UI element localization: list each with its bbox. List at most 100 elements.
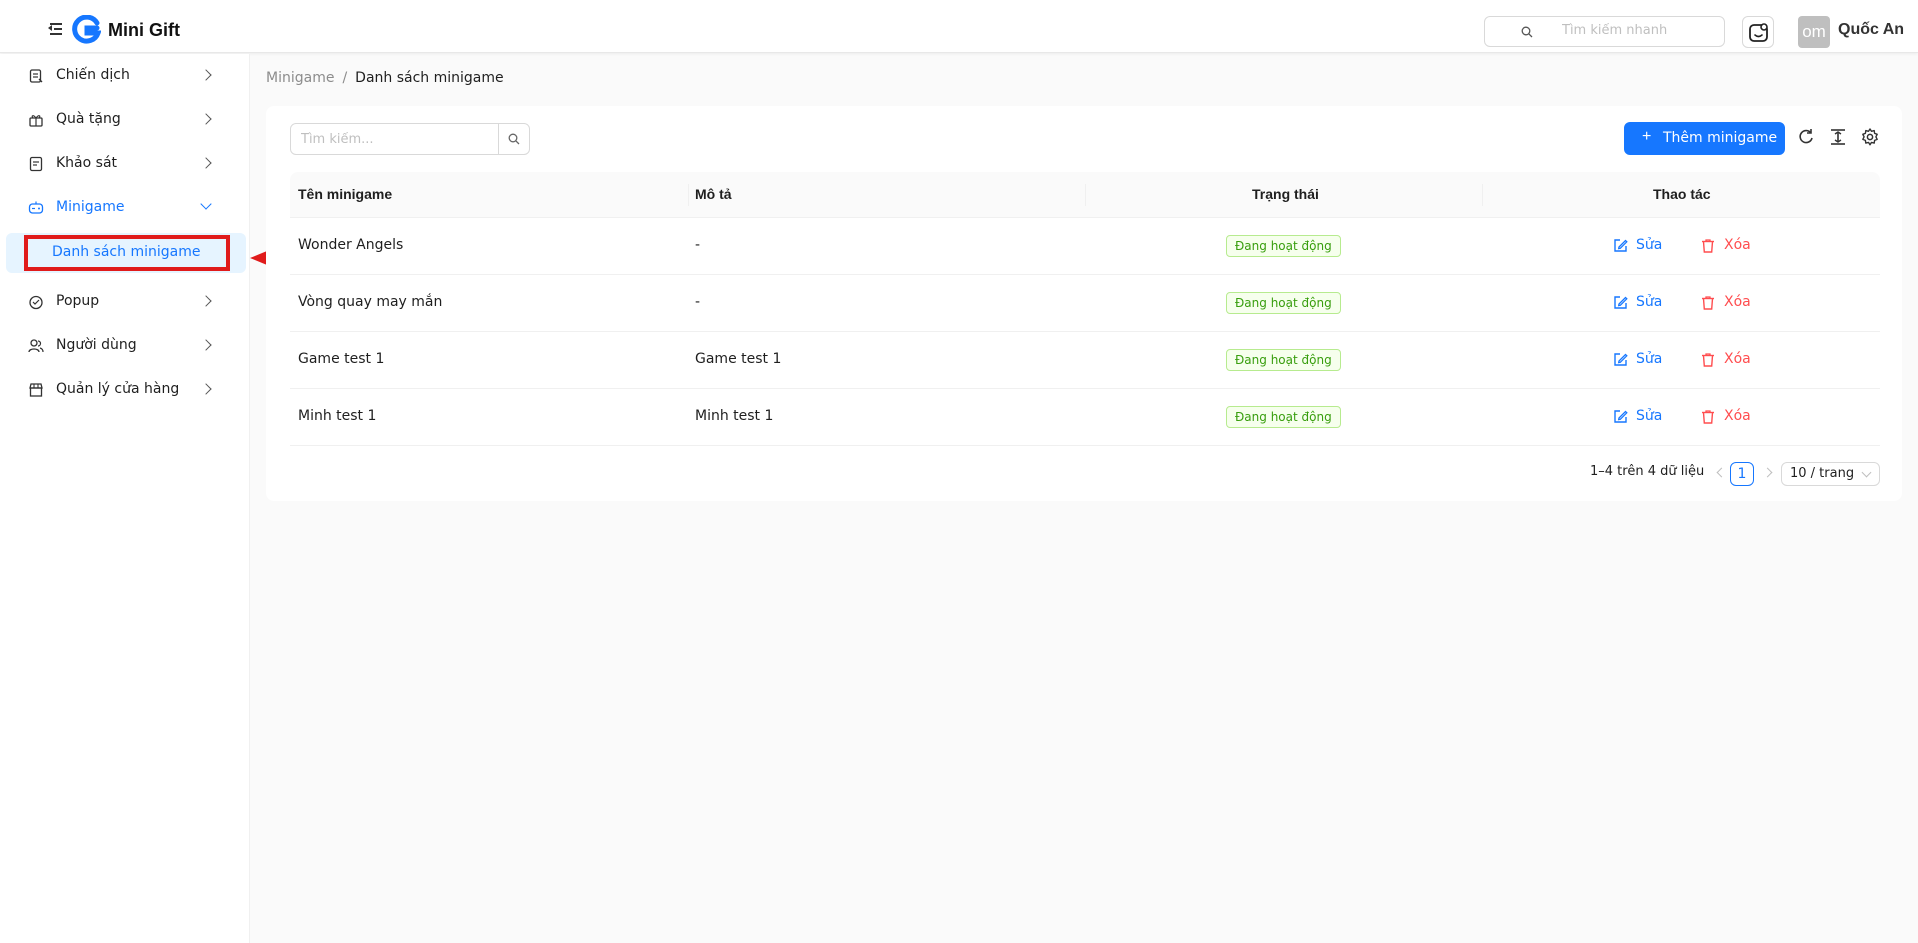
column-height-icon[interactable] xyxy=(1828,127,1848,147)
user-name[interactable]: Quốc An xyxy=(1838,21,1904,39)
table-row: Wonder Angels - Đang hoạt động Sửa Xóa xyxy=(290,218,1880,275)
app-logo xyxy=(72,15,101,44)
user-avatar[interactable]: om xyxy=(1798,16,1830,48)
sidebar-item-label: Quản lý cửa hàng xyxy=(56,381,180,397)
delete-label: Xóa xyxy=(1724,294,1751,310)
search-icon xyxy=(1521,26,1533,38)
minigame-list-card: + Thêm minigame Tên minigame Mô tả Trạng… xyxy=(266,106,1902,501)
sidebar-item-campaign[interactable]: Chiến dịch xyxy=(8,56,242,96)
menu-fold-icon[interactable] xyxy=(48,23,62,35)
cell-name: Vòng quay may mắn xyxy=(298,294,443,310)
table-row: Game test 1 Game test 1 Đang hoạt động S… xyxy=(290,332,1880,389)
breadcrumb: Minigame / Danh sách minigame xyxy=(266,70,504,86)
status-badge: Đang hoạt động xyxy=(1226,292,1341,314)
edit-button[interactable]: Sửa xyxy=(1612,349,1672,371)
pagination-page-1[interactable]: 1 xyxy=(1730,462,1754,486)
sidebar-item-popup[interactable]: Popup xyxy=(8,282,242,322)
chevron-right-icon xyxy=(200,383,212,395)
game-icon xyxy=(28,201,44,214)
cell-description: Game test 1 xyxy=(695,351,782,367)
cell-name: Minh test 1 xyxy=(298,408,377,424)
quick-search[interactable] xyxy=(1484,16,1725,47)
table-header: Tên minigame Mô tả Trạng thái Thao tác xyxy=(290,172,1880,218)
breadcrumb-current: Danh sách minigame xyxy=(355,70,504,86)
status-badge: Đang hoạt động xyxy=(1226,235,1341,257)
chevron-right-icon xyxy=(200,339,212,351)
app-title: Mini Gift xyxy=(108,20,180,40)
pagination-prev-icon[interactable] xyxy=(1716,467,1727,478)
sidebar-item-label: Khảo sát xyxy=(56,155,118,171)
sidebar-subitem-label: Danh sách minigame xyxy=(52,244,201,260)
table-search-input[interactable] xyxy=(290,123,499,155)
trash-icon xyxy=(1702,296,1714,310)
store-icon xyxy=(29,383,43,397)
table-search xyxy=(290,123,530,155)
chevron-right-icon xyxy=(200,113,212,125)
gift-icon xyxy=(29,115,43,127)
column-header-actions: Thao tác xyxy=(1653,186,1711,202)
edit-button[interactable]: Sửa xyxy=(1612,406,1672,428)
sidebar-item-gifts[interactable]: Quà tặng xyxy=(8,100,242,140)
cell-description: Minh test 1 xyxy=(695,408,774,424)
column-header-name: Tên minigame xyxy=(298,186,393,202)
delete-button[interactable]: Xóa xyxy=(1700,349,1760,371)
delete-label: Xóa xyxy=(1724,408,1751,424)
chevron-right-icon xyxy=(200,69,212,81)
survey-icon xyxy=(29,156,43,172)
chat-notification-button[interactable] xyxy=(1742,16,1774,48)
sidebar-item-label: Popup xyxy=(56,293,100,309)
trash-icon xyxy=(1702,353,1714,367)
edit-label: Sửa xyxy=(1636,351,1663,367)
sidebar: Chiến dịch Quà tặng Khảo sát Minigame Da… xyxy=(0,54,250,943)
chevron-right-icon xyxy=(200,295,212,307)
add-minigame-button[interactable]: + Thêm minigame xyxy=(1624,122,1785,155)
edit-icon xyxy=(1614,410,1628,423)
delete-button[interactable]: Xóa xyxy=(1700,406,1760,428)
chevron-down-icon xyxy=(1861,467,1872,478)
sidebar-subitem-minigame-list[interactable]: Danh sách minigame xyxy=(6,233,246,273)
sidebar-item-survey[interactable]: Khảo sát xyxy=(8,144,242,184)
sidebar-item-label: Chiến dịch xyxy=(56,67,130,83)
breadcrumb-parent-link[interactable]: Minigame xyxy=(266,70,334,86)
top-header: Mini Gift om Quốc An xyxy=(0,0,1918,53)
sidebar-item-users[interactable]: Người dùng xyxy=(8,326,242,366)
chevron-right-icon xyxy=(200,157,212,169)
page-size-select[interactable]: 10 / trang xyxy=(1781,462,1880,486)
sidebar-item-label: Minigame xyxy=(56,199,125,215)
column-header-description: Mô tả xyxy=(695,186,732,202)
add-minigame-label: Thêm minigame xyxy=(1663,130,1778,146)
page-size-value: 10 / trang xyxy=(1790,466,1855,481)
edit-button[interactable]: Sửa xyxy=(1612,235,1672,257)
edit-label: Sửa xyxy=(1636,408,1663,424)
quick-search-input[interactable] xyxy=(1562,23,1712,38)
status-badge: Đang hoạt động xyxy=(1226,406,1341,428)
table-row: Minh test 1 Minh test 1 Đang hoạt động S… xyxy=(290,389,1880,446)
sidebar-item-label: Quà tặng xyxy=(56,111,121,127)
reload-icon[interactable] xyxy=(1796,127,1816,147)
edit-label: Sửa xyxy=(1636,294,1663,310)
delete-button[interactable]: Xóa xyxy=(1700,235,1760,257)
breadcrumb-separator: / xyxy=(342,70,348,86)
delete-button[interactable]: Xóa xyxy=(1700,292,1760,314)
pagination-next-icon[interactable] xyxy=(1762,467,1773,478)
trash-icon xyxy=(1702,239,1714,253)
delete-label: Xóa xyxy=(1724,237,1751,253)
pagination-total: 1–4 trên 4 dữ liệu xyxy=(1590,464,1705,479)
table-search-button[interactable] xyxy=(498,123,530,155)
cell-description: - xyxy=(695,294,701,310)
campaign-icon xyxy=(29,69,43,83)
edit-label: Sửa xyxy=(1636,237,1663,253)
search-icon xyxy=(508,133,520,145)
sidebar-item-store-management[interactable]: Quản lý cửa hàng xyxy=(8,370,242,410)
edit-icon xyxy=(1614,239,1628,252)
delete-label: Xóa xyxy=(1724,351,1751,367)
sidebar-item-minigame[interactable]: Minigame xyxy=(8,188,242,228)
cell-description: - xyxy=(695,237,701,253)
chevron-down-icon xyxy=(200,198,212,210)
cell-name: Game test 1 xyxy=(298,351,385,367)
status-badge: Đang hoạt động xyxy=(1226,349,1341,371)
settings-gear-icon[interactable] xyxy=(1860,127,1880,147)
column-header-status: Trạng thái xyxy=(1252,186,1319,202)
edit-button[interactable]: Sửa xyxy=(1612,292,1672,314)
cell-name: Wonder Angels xyxy=(298,237,404,253)
